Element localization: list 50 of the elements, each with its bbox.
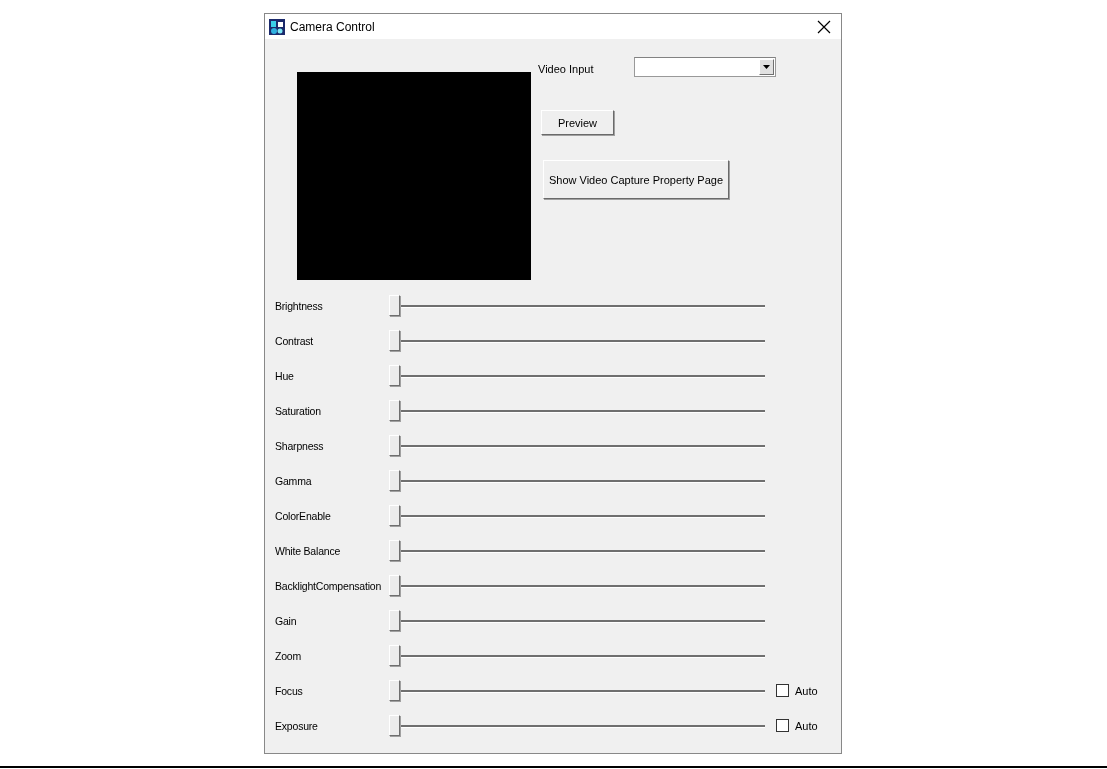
field-label: Video Input	[538, 63, 595, 77]
app-icon	[269, 18, 285, 35]
slider[interactable]	[389, 679, 765, 702]
slider-thumb[interactable]	[389, 329, 400, 351]
slider[interactable]	[389, 574, 765, 597]
slider-thumb[interactable]	[389, 434, 400, 456]
slider-label: Sharpness	[274, 439, 325, 452]
slider-label: Focus	[274, 684, 304, 697]
slider-thumb[interactable]	[389, 644, 400, 666]
slider-label: Contrast	[274, 334, 315, 347]
slider-thumb[interactable]	[389, 539, 400, 561]
checkbox-label: Auto	[795, 719, 818, 732]
slider-thumb[interactable]	[389, 609, 400, 631]
slider-thumb[interactable]	[389, 504, 400, 526]
slider-label: Hue	[274, 369, 295, 382]
slider-thumb[interactable]	[389, 679, 400, 701]
slider[interactable]	[389, 644, 765, 667]
slider[interactable]	[389, 434, 765, 457]
slider-thumb[interactable]	[389, 399, 400, 421]
slider-label: ColorEnable	[274, 509, 332, 522]
auto-checkbox[interactable]	[776, 684, 789, 697]
slider-thumb[interactable]	[389, 294, 400, 316]
slider-label: BacklightCompensation	[274, 579, 383, 592]
slider[interactable]	[389, 609, 765, 632]
slider-label: White Balance	[274, 544, 342, 557]
slider[interactable]	[389, 714, 765, 737]
slider-label: Brightness	[274, 299, 324, 312]
dropdown-arrow-icon	[763, 65, 770, 69]
slider-thumb[interactable]	[389, 364, 400, 386]
slider-thumb[interactable]	[389, 574, 400, 596]
video-input-dropdown[interactable]	[634, 57, 776, 77]
slider[interactable]	[389, 469, 765, 492]
slider[interactable]	[389, 504, 765, 527]
slider-label: Zoom	[274, 649, 303, 662]
slider-label: Exposure	[274, 719, 319, 732]
slider[interactable]	[389, 364, 765, 387]
slider-thumb[interactable]	[389, 714, 400, 736]
slider-label: Gain	[274, 614, 298, 627]
window-title: Camera Control	[290, 19, 376, 34]
slider-label: Saturation	[274, 404, 322, 417]
slider[interactable]	[389, 399, 765, 422]
slider-label: Gamma	[274, 474, 313, 487]
auto-checkbox[interactable]	[776, 719, 789, 732]
slider-thumb[interactable]	[389, 469, 400, 491]
slider[interactable]	[389, 539, 765, 562]
slider[interactable]	[389, 329, 765, 352]
slider[interactable]	[389, 294, 765, 317]
preview-button[interactable]: Preview	[541, 110, 614, 135]
checkbox-label: Auto	[795, 684, 818, 697]
property-page-button[interactable]: Show Video Capture Property Page	[543, 160, 729, 199]
